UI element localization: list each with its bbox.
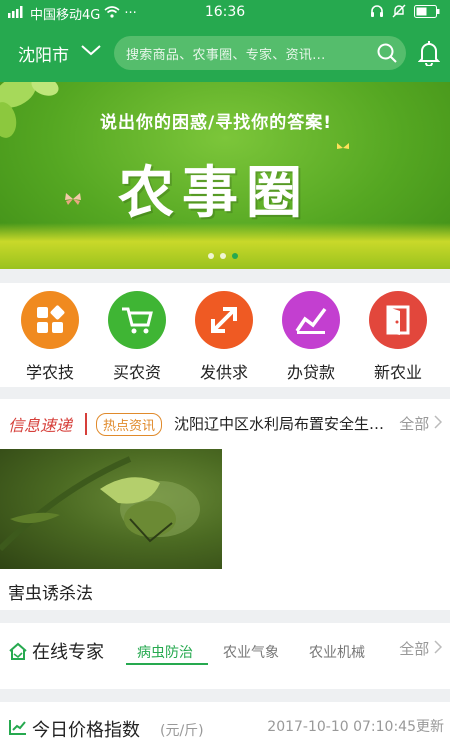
headset-icon — [370, 4, 384, 22]
news-headline[interactable]: 沈阳辽中区水利局布置安全生产工作 — [174, 413, 386, 434]
trend-icon — [8, 718, 28, 740]
experts-section: 在线专家 病虫防治 农业气象 农业机械 全部 — [0, 623, 450, 689]
leaf-decoration-icon — [0, 82, 59, 138]
news-more-link[interactable]: 全部 — [399, 413, 443, 434]
tab-agri-weather[interactable]: 农业气象 — [223, 642, 279, 662]
quick-action-agriculture[interactable]: 新农业 — [358, 291, 438, 383]
chevron-right-icon — [434, 640, 443, 654]
divider — [85, 413, 87, 435]
quick-action-learn[interactable]: 学农技 — [10, 291, 90, 383]
house-icon — [8, 642, 28, 664]
tab-pest-control[interactable]: 病虫防治 — [137, 642, 193, 662]
status-right — [370, 4, 440, 22]
butterfly-icon — [65, 193, 81, 205]
search-input[interactable]: 搜索商品、农事圈、专家、资讯... — [114, 36, 406, 70]
door-icon — [369, 291, 427, 349]
notification-bell-icon[interactable] — [417, 40, 441, 70]
banner-title: 农事圈 — [118, 161, 310, 226]
mute-bell-icon — [392, 4, 406, 22]
grass-decoration — [0, 223, 450, 269]
tab-agri-machinery[interactable]: 农业机械 — [309, 642, 365, 662]
chevron-right-icon — [434, 415, 443, 429]
quick-action-label: 新农业 — [373, 363, 422, 382]
city-selector[interactable]: 沈阳市 — [18, 41, 69, 66]
carousel-dot-active[interactable] — [232, 253, 238, 259]
active-tab-underline — [126, 663, 208, 665]
news-brand: 信息速递 — [8, 416, 73, 435]
chart-icon — [282, 291, 340, 349]
quick-action-loan[interactable]: 办贷款 — [271, 291, 351, 383]
quick-actions: 学农技 买农资 发供求 办贷款 新农业 — [0, 283, 450, 387]
quick-action-label: 学农技 — [25, 363, 74, 382]
quick-action-label: 办贷款 — [286, 363, 335, 382]
promo-banner[interactable]: 说出你的困惑/寻找你的答案! 农事圈 — [0, 82, 450, 269]
quick-action-label: 发供求 — [199, 363, 248, 382]
article-image[interactable] — [0, 449, 222, 569]
news-ticker[interactable]: 信息速递 热点资讯 沈阳辽中区水利局布置安全生产工作 全部 — [0, 399, 450, 449]
grid-icon — [21, 291, 79, 349]
status-bar: 中国移动4G ··· 16:36 — [0, 0, 450, 26]
experts-more-link[interactable]: 全部 — [399, 638, 443, 659]
carousel-dot[interactable] — [220, 253, 226, 259]
price-index-updated: 2017-10-10 07:10:45更新 — [267, 719, 444, 735]
quick-action-buy[interactable]: 买农资 — [97, 291, 177, 383]
quick-action-supply[interactable]: 发供求 — [184, 291, 264, 383]
search-icon[interactable] — [376, 42, 398, 68]
price-index-section: 今日价格指数 (元/斤) 2017-10-10 07:10:45更新 — [0, 702, 450, 740]
app-header: 沈阳市 搜索商品、农事圈、专家、资讯... — [0, 26, 450, 82]
battery-icon — [414, 4, 440, 22]
experts-more-label: 全部 — [399, 640, 430, 658]
experts-title: 在线专家 — [32, 642, 104, 663]
article-caption: 害虫诱杀法 — [8, 584, 93, 604]
arrows-icon — [195, 291, 253, 349]
quick-action-label: 买农资 — [112, 363, 161, 382]
cart-icon — [108, 291, 166, 349]
banner-slogan: 说出你的困惑/寻找你的答案! — [100, 113, 332, 133]
butterfly-small-icon — [337, 143, 349, 149]
price-index-title: 今日价格指数 — [32, 720, 140, 740]
news-badge: 热点资讯 — [96, 413, 163, 436]
search-placeholder: 搜索商品、农事圈、专家、资讯... — [126, 48, 326, 63]
carousel-dots — [208, 253, 238, 259]
chevron-down-icon[interactable] — [80, 42, 102, 61]
carousel-dot[interactable] — [208, 253, 214, 259]
news-more-label: 全部 — [399, 415, 430, 433]
price-index-unit: (元/斤) — [160, 723, 204, 739]
article-card[interactable]: 害虫诱杀法 — [0, 449, 450, 610]
